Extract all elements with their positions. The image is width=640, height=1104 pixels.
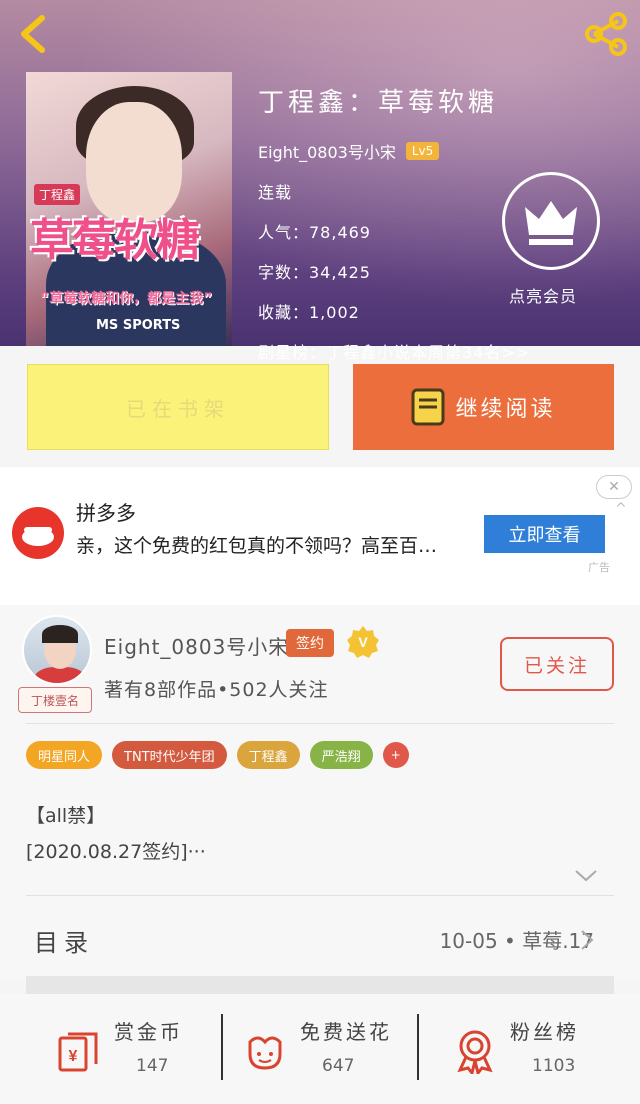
tag-chip[interactable]: 明星同人	[26, 741, 103, 769]
ad-banner[interactable]: 拼多多 亲，这个免费的红包真的不领吗？高至百… 立即查看 ✕ ^ 广告	[0, 467, 640, 605]
stat-label: 赏金币	[114, 1020, 183, 1044]
book-icon	[411, 388, 445, 426]
stat-value: 147	[136, 1056, 169, 1076]
tag-chip[interactable]: TNT时代少年团	[112, 741, 227, 769]
book-author-row: Eight_0803号小宋 Lv5	[258, 139, 530, 163]
continue-reading-button[interactable]: 继续阅读	[353, 364, 614, 450]
intro-line-2: [2020.08.27签约]···	[26, 841, 206, 863]
fans-rank-stat[interactable]: 粉丝榜 1103	[452, 1012, 640, 1092]
book-title: 丁程鑫：草莓软糖	[258, 88, 499, 118]
book-favorites: 收藏：1,002	[258, 303, 360, 322]
tag-chip[interactable]: 丁程鑫	[236, 741, 300, 769]
flower-icon	[248, 1036, 282, 1070]
ad-close-icon[interactable]: ✕	[596, 475, 632, 499]
free-flower-stat[interactable]: 免费送花 647	[242, 1012, 432, 1092]
ad-mark: 广告	[588, 561, 610, 574]
intro-line-1: 【all禁】	[26, 805, 106, 827]
tag-chip[interactable]: 严浩翔	[309, 741, 373, 769]
toc-label[interactable]: 目录	[34, 923, 94, 958]
in-bookshelf-button[interactable]: 已在书架	[27, 364, 329, 450]
stat-label: 粉丝榜	[510, 1020, 579, 1044]
ad-logo	[12, 507, 64, 559]
book-author[interactable]: Eight_0803号小宋	[258, 139, 396, 163]
cover-subtitle: “草莓软糖和你，都是主我”	[40, 291, 213, 307]
more-tags-button[interactable]: +	[382, 742, 409, 768]
divider	[26, 723, 614, 724]
book-rank-link[interactable]: 剧星榜：丁程鑫小说本周第34名>>	[258, 339, 530, 363]
gold-coin-stat[interactable]: ¥ 赏金币 147	[56, 1012, 246, 1092]
stats-bar: ¥ 赏金币 147 免费送花 647 粉丝榜 1103	[0, 994, 640, 1104]
chevron-up-icon[interactable]: ^	[615, 501, 627, 517]
cover-tag: 丁程鑫	[34, 184, 81, 205]
gold-coin-icon: ¥	[58, 1032, 98, 1072]
book-word-count: 字数：34,425	[258, 263, 371, 282]
author-name[interactable]: Eight_0803号小宋	[104, 631, 289, 660]
tag-list: 明星同人 TNT时代少年团 丁程鑫 严浩翔 +	[26, 741, 409, 769]
book-status: 连载	[258, 183, 293, 202]
cover-shirt-text: MS SPORTS	[96, 318, 181, 333]
stat-value: 1103	[532, 1056, 576, 1076]
author-meta: 著有8部作品•502人关注	[104, 679, 329, 701]
book-cover[interactable]: 丁程鑫 草莓软糖 “草莓软糖和你，都是主我” MS SPORTS	[26, 72, 232, 346]
book-info: 丁程鑫：草莓软糖 Eight_0803号小宋 Lv5 连载 人气：78,469 …	[258, 82, 530, 363]
vip-label: 点亮会员	[509, 287, 578, 306]
follow-button[interactable]: 已关注	[500, 637, 614, 691]
cover-title: 草莓软糖	[30, 215, 200, 266]
signed-badge: 签约	[286, 629, 334, 657]
verified-v-icon: V	[347, 626, 379, 658]
continue-reading-label: 继续阅读	[455, 397, 556, 422]
stat-value: 647	[322, 1056, 355, 1076]
avatar-stamp: 丁楼壹名	[18, 687, 92, 713]
svg-text:V: V	[358, 634, 368, 650]
author-section: 丁楼壹名 Eight_0803号小宋 签约 V 著有8部作品•502人关注 已关…	[0, 605, 640, 980]
divider	[26, 895, 614, 896]
ad-text: 亲，这个免费的红包真的不领吗？高至百…	[76, 535, 438, 557]
book-popularity: 人气：78,469	[258, 223, 371, 242]
toc-latest-chapter[interactable]: 10-05 • 草莓.17	[440, 925, 594, 954]
chevron-right-icon[interactable]	[580, 929, 594, 951]
vip-crown-button[interactable]	[502, 172, 600, 270]
expand-chevron-down-icon[interactable]	[574, 869, 598, 883]
stat-separator	[221, 1014, 223, 1080]
stat-label: 免费送花	[300, 1020, 392, 1044]
medal-icon	[457, 1030, 493, 1074]
stat-separator	[417, 1014, 419, 1080]
ad-title: 拼多多	[76, 501, 136, 525]
crown-icon	[525, 201, 577, 245]
section-gap	[26, 976, 614, 994]
author-avatar[interactable]	[22, 615, 92, 685]
svg-text:¥: ¥	[69, 1048, 78, 1065]
ad-cta-button[interactable]: 立即查看	[484, 515, 605, 553]
share-button[interactable]	[582, 12, 630, 56]
author-level-badge: Lv5	[405, 142, 440, 160]
back-button[interactable]	[14, 12, 54, 56]
